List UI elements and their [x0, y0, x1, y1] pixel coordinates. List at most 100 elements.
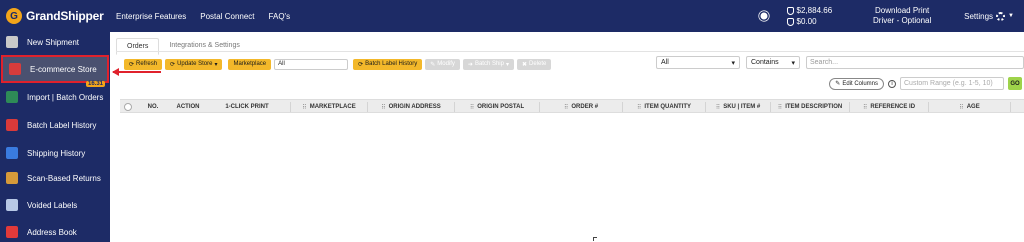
sidebar-item-scan-based-returns[interactable]: Scan-Based Returns [0, 164, 110, 192]
download-line2: Driver - Optional [873, 16, 932, 25]
nav-enterprise-features[interactable]: Enterprise Features [116, 12, 186, 21]
sidebar-item-voided-labels[interactable]: Voided Labels [0, 191, 110, 219]
chevron-down-icon: ▾ [731, 59, 735, 67]
column-resize-handle[interactable] [1010, 102, 1024, 112]
settings-label: Settings [964, 11, 994, 21]
column-header-sku-item[interactable]: ⠿ SKU | ITEM # [705, 102, 770, 112]
column-header-item-quantity[interactable]: ⠿ ITEM QUANTITY [622, 102, 705, 112]
orders-toolbar: ⟳ Refresh ⟳ Update Store ▾ Marketplace A… [124, 58, 552, 70]
drag-handle-icon[interactable]: ⠿ [470, 104, 475, 111]
annotation-arrow [113, 71, 161, 73]
trash-icon: ✖ [521, 61, 528, 68]
batch-label-history-label: Batch Label History [365, 61, 418, 67]
match-select[interactable]: Contains ▾ [746, 56, 800, 69]
sidebar-item-label: Scan-Based Returns [27, 173, 101, 183]
search-input[interactable]: Search... [806, 56, 1024, 69]
batch-label-history-button[interactable]: ⟳ Batch Label History [353, 58, 423, 70]
sidebar-item-import-batch-orders[interactable]: Import | Batch Orders [0, 83, 110, 111]
drag-handle-icon[interactable]: ⠿ [302, 104, 307, 111]
void-icon [6, 199, 18, 211]
modify-label: Modify [437, 61, 455, 67]
column-header-origin-postal[interactable]: ⠿ ORIGIN POSTAL [454, 102, 539, 112]
balance-icon [786, 6, 794, 15]
annotation-arrow-head [112, 68, 119, 76]
drag-handle-icon[interactable]: ⠿ [716, 104, 721, 111]
column-header-action[interactable]: ACTION [172, 102, 204, 112]
edit-columns-button[interactable]: ✎ Edit Columns [829, 77, 884, 90]
logo-text: GrandShipper [26, 9, 104, 23]
settings-menu[interactable]: Settings ▼ [964, 11, 1014, 21]
top-nav: Enterprise Features Postal Connect FAQ's [116, 12, 290, 21]
tab-orders[interactable]: Orders [116, 38, 160, 55]
main-content: Orders Integrations & Settings ⟳ Refresh… [116, 32, 1024, 242]
custom-range-input[interactable]: Custom Range (e.g. 1-5, 10) [900, 77, 1004, 90]
sidebar-item-new-shipment[interactable]: New Shipment [0, 28, 110, 56]
column-header-no[interactable]: NO. [134, 102, 172, 112]
tab-divider [116, 51, 1024, 52]
sidebar-item-label: Import | Batch Orders [27, 92, 104, 102]
sidebar-item-label: Voided Labels [27, 200, 78, 210]
ship-icon: ➜ [467, 61, 473, 68]
logo[interactable]: G GrandShipper [0, 8, 110, 24]
go-button[interactable]: GO [1008, 77, 1022, 90]
sidebar-item-ecommerce-store[interactable]: E-commerce Store 16.31 [1, 55, 109, 87]
nav-postal-connect[interactable]: Postal Connect [200, 12, 254, 21]
orders-table-header: NO. ACTION 1-CLICK PRINT ⠿ MARKETPLACE ⠿ O… [120, 99, 1024, 113]
column-header-marketplace[interactable]: ⠿ MARKETPLACE [290, 102, 367, 112]
chevron-down-icon: ▾ [214, 61, 218, 68]
pdf-icon [6, 119, 18, 131]
sun-icon[interactable] [760, 12, 768, 20]
range-controls: ✎ Edit Columns i Custom Range (e.g. 1-5,… [829, 77, 1022, 90]
edit-columns-label: Edit Columns [842, 80, 878, 87]
tab-integrations-settings[interactable]: Integrations & Settings [159, 38, 249, 55]
select-all-checkbox[interactable] [124, 103, 132, 111]
sidebar-item-label: E-commerce Store [30, 64, 97, 74]
batch-ship-label: Batch Ship [474, 61, 504, 67]
drag-handle-icon[interactable]: ⠿ [381, 104, 386, 111]
scope-select-value: All [661, 59, 669, 66]
search-filters: All ▾ Contains ▾ Search... [656, 56, 1024, 69]
sync-icon: ⟳ [170, 61, 176, 68]
sidebar: New Shipment E-commerce Store 16.31 Impo… [0, 32, 110, 242]
scope-select[interactable]: All ▾ [656, 56, 740, 69]
column-header-reference-id[interactable]: ⠿ REFERENCE ID [849, 102, 928, 112]
balance-secondary: $0.00 [796, 17, 817, 26]
drag-handle-icon[interactable]: ⠿ [863, 104, 868, 111]
header-right: $2,884.66 $0.00 Download Print Driver - … [759, 0, 1024, 32]
download-line1: Download Print [875, 6, 930, 15]
tab-bar: Orders Integrations & Settings [116, 38, 250, 55]
download-print-driver-link[interactable]: Download Print Driver - Optional [862, 6, 942, 26]
refresh-label: Refresh [136, 61, 158, 67]
refresh-button[interactable]: ⟳ Refresh [124, 58, 163, 70]
update-store-button[interactable]: ⟳ Update Store ▾ [165, 58, 223, 70]
column-header-origin-address[interactable]: ⠿ ORIGIN ADDRESS [367, 102, 454, 112]
delete-label: Delete [529, 61, 547, 67]
drag-handle-icon[interactable]: ⠿ [778, 104, 783, 111]
store-icon [9, 63, 21, 75]
column-header-item-description[interactable]: ⠿ ITEM DESCRIPTION [770, 102, 849, 112]
match-select-value: Contains [751, 59, 779, 66]
info-icon[interactable]: i [888, 79, 896, 88]
modify-button[interactable]: ✎ Modify [425, 58, 460, 70]
sidebar-item-shipping-history[interactable]: Shipping History [0, 139, 110, 167]
marketplace-input[interactable]: All [274, 58, 349, 70]
delete-button[interactable]: ✖ Delete [516, 58, 552, 70]
chevron-down-icon: ▾ [505, 61, 509, 68]
shipment-icon [6, 36, 18, 48]
top-header: G GrandShipper Enterprise Features Posta… [0, 0, 1024, 32]
edit-icon: ✎ [835, 81, 841, 87]
book-icon [6, 226, 18, 238]
logo-icon: G [6, 8, 22, 24]
balances[interactable]: $2,884.66 $0.00 [786, 5, 832, 27]
column-header-age[interactable]: ⠿ AGE [928, 102, 1010, 112]
drag-handle-icon[interactable]: ⠿ [564, 104, 569, 111]
column-header-order-number[interactable]: ⠿ ORDER # [539, 102, 622, 112]
nav-faqs[interactable]: FAQ's [269, 12, 291, 21]
sidebar-item-batch-label-history[interactable]: Batch Label History [0, 111, 110, 139]
drag-handle-icon[interactable]: ⠿ [959, 104, 964, 111]
gear-icon [996, 11, 1006, 21]
batch-ship-button[interactable]: ➜ Batch Ship ▾ [462, 58, 514, 70]
column-header-1-click-print[interactable]: 1-CLICK PRINT [204, 102, 290, 112]
sidebar-item-address-book[interactable]: Address Book [0, 218, 110, 242]
drag-handle-icon[interactable]: ⠿ [637, 104, 642, 111]
